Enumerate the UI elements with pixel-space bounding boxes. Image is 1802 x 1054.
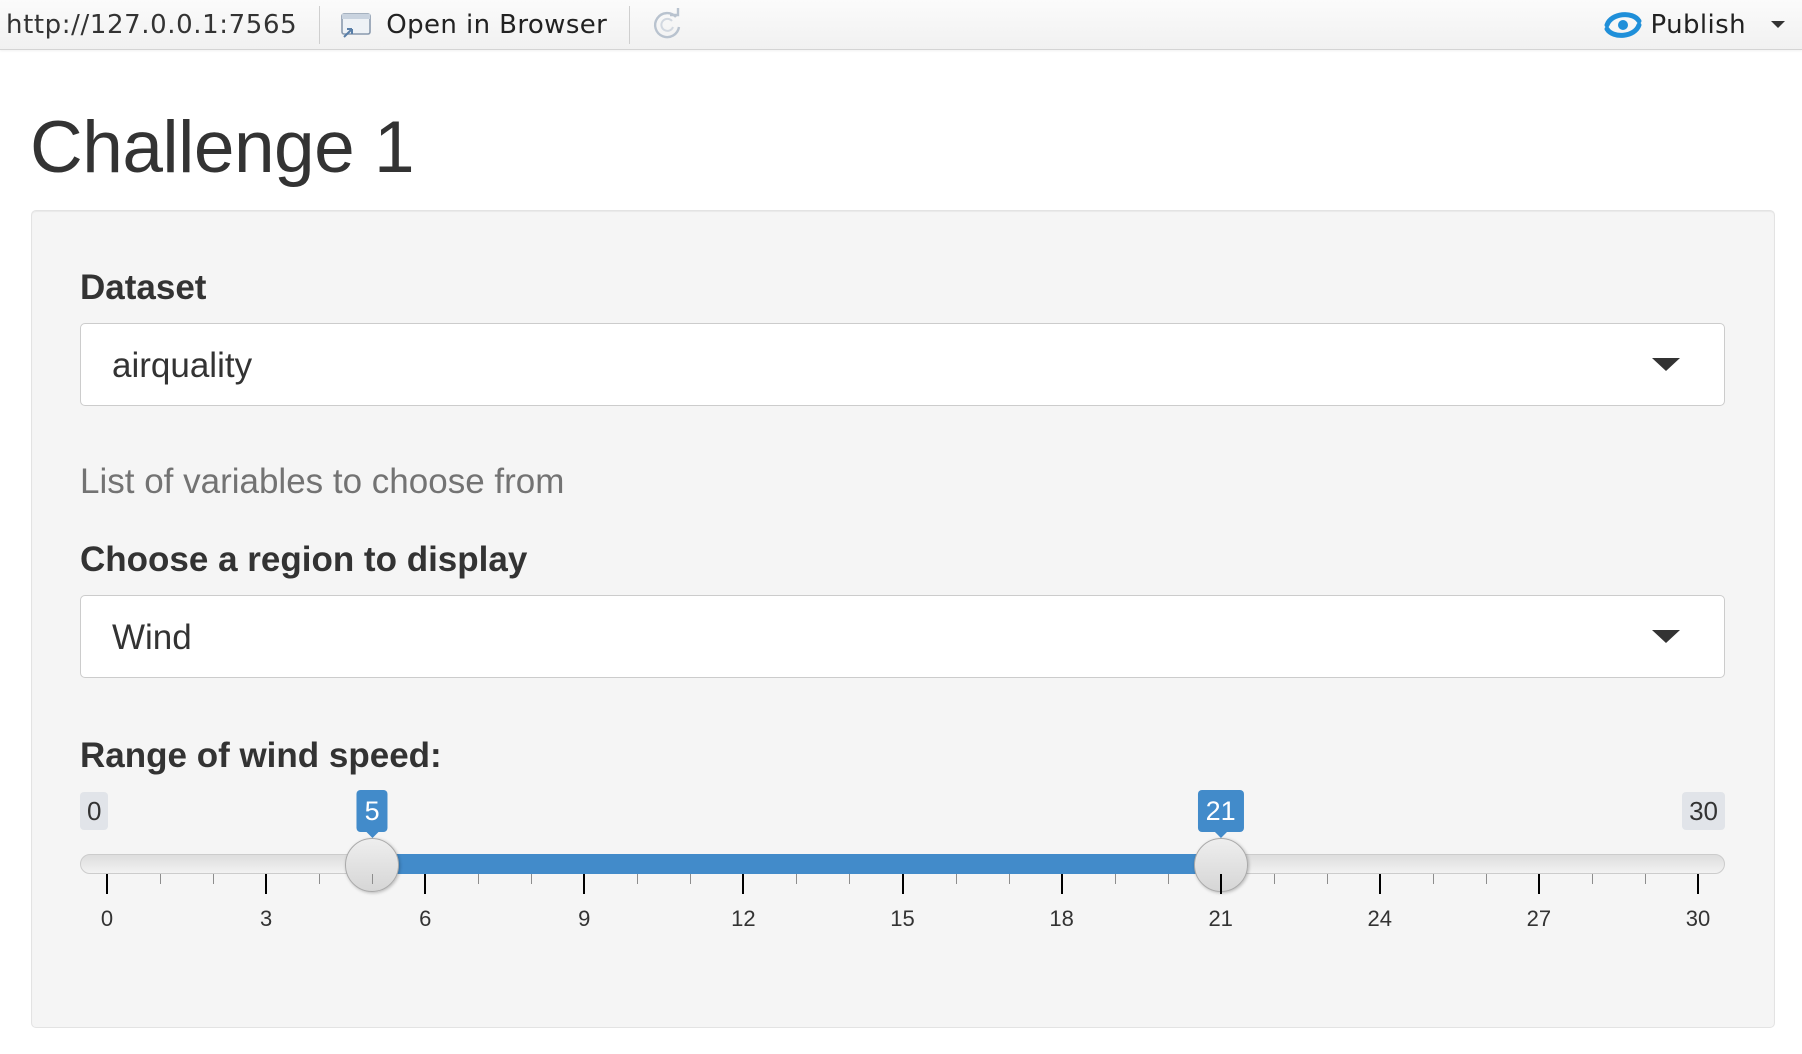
slider-minor-tick <box>1326 874 1328 884</box>
chevron-down-icon <box>1652 630 1680 643</box>
slider-max-label: 30 <box>1682 792 1725 830</box>
slider-minor-tick <box>372 874 374 884</box>
slider-major-tick <box>583 874 586 894</box>
toolbar-divider <box>319 5 321 44</box>
dataset-label: Dataset <box>80 268 207 307</box>
open-in-browser-button[interactable]: Open in Browser <box>338 10 607 40</box>
slider-selected-range <box>372 854 1221 874</box>
slider-tick-label: 18 <box>1049 906 1074 931</box>
slider-tick-label: 9 <box>578 906 591 931</box>
publish-menu-button[interactable] <box>1770 20 1786 30</box>
slider-tick-label: 27 <box>1526 906 1552 931</box>
refresh-icon <box>654 7 681 38</box>
slider-tick-label: 15 <box>890 906 915 931</box>
slider-tick-label: 24 <box>1367 906 1393 931</box>
slider-minor-tick <box>531 874 533 884</box>
dataset-select-value: airquality <box>112 346 253 385</box>
slider-tick-label: 30 <box>1685 906 1711 931</box>
viewer-toolbar: http://127.0.0.1:7565 Open in Browser Pu… <box>0 0 1802 50</box>
slider-min-label: 0 <box>80 792 109 830</box>
slider-minor-tick <box>1644 874 1646 884</box>
page-title: Challenge 1 <box>30 107 415 188</box>
slider-to-label: 21 <box>1197 790 1244 838</box>
slider-minor-tick <box>690 874 692 884</box>
slider-minor-tick <box>319 874 321 884</box>
slider-minor-tick <box>1485 874 1487 884</box>
slider-tick-label: 0 <box>100 906 114 931</box>
wind-range-label: Range of wind speed: <box>80 736 442 775</box>
slider-minor-tick <box>1008 874 1010 884</box>
slider-minor-tick <box>1273 874 1275 884</box>
slider-minor-tick <box>160 874 162 884</box>
region-label: Choose a region to display <box>80 540 528 579</box>
slider-major-tick <box>1697 874 1699 894</box>
slider-minor-tick <box>796 874 798 884</box>
slider-tick-label: 6 <box>419 906 432 931</box>
slider-minor-tick <box>1432 874 1434 884</box>
publish-icon <box>1604 11 1642 38</box>
refresh-button[interactable] <box>648 6 686 44</box>
publish-button[interactable]: Publish <box>1603 7 1746 43</box>
slider-major-tick <box>424 874 427 894</box>
slider-tick-label: 12 <box>731 906 756 931</box>
slider-tick-label: 21 <box>1208 906 1233 931</box>
region-select[interactable]: Wind <box>80 595 1725 678</box>
open-in-browser-label: Open in Browser <box>386 9 608 40</box>
open-in-browser-icon <box>341 12 372 38</box>
slider-minor-tick <box>955 874 957 884</box>
slider-major-tick <box>1378 874 1381 894</box>
slider-tick-label: 3 <box>259 906 273 931</box>
dataset-select[interactable]: airquality <box>80 323 1725 406</box>
slider-from-label: 5 <box>356 790 388 838</box>
publish-label: Publish <box>1650 9 1746 40</box>
slider-minor-tick <box>1114 874 1116 884</box>
chevron-down-icon <box>1652 358 1680 371</box>
slider-minor-tick <box>478 874 480 884</box>
slider-minor-tick <box>1167 874 1169 884</box>
url-text: http://127.0.0.1:7565 <box>6 9 298 40</box>
slider-tick-grid: 0 3 6 9 12 15 18 21 24 27 30 <box>80 874 1725 938</box>
slider-major-tick <box>901 874 904 894</box>
slider-minor-tick <box>213 874 215 884</box>
help-text: List of variables to choose from <box>80 462 565 501</box>
slider-major-tick <box>742 874 745 894</box>
slider-major-tick <box>265 874 268 894</box>
wind-range-slider[interactable]: 0 30 5 21 0 3 6 9 12 15 18 21 24 27 30 <box>80 788 1725 938</box>
slider-major-tick <box>1219 874 1222 894</box>
slider-minor-tick <box>849 874 851 884</box>
slider-major-tick <box>1060 874 1063 894</box>
slider-major-tick <box>1537 874 1540 894</box>
slider-minor-tick <box>637 874 639 884</box>
region-select-value: Wind <box>112 618 192 657</box>
slider-minor-tick <box>1591 874 1593 884</box>
toolbar-divider <box>629 5 631 44</box>
chevron-down-icon <box>1771 20 1785 28</box>
slider-major-tick <box>106 874 108 894</box>
